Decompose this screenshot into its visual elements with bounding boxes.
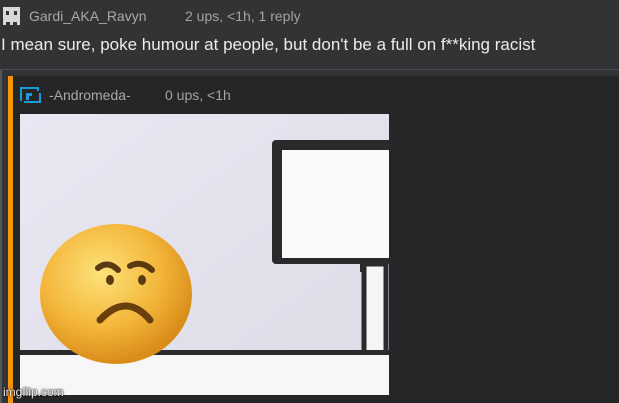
reply-meme-image[interactable] — [20, 114, 389, 395]
pixel-face-avatar-icon[interactable] — [1, 5, 22, 26]
reply-stats: 0 ups, <1h — [165, 87, 231, 103]
sad-emoji-face — [40, 224, 192, 364]
comment-divider — [0, 69, 619, 70]
comment-stats: 2 ups, <1h, 1 reply — [185, 8, 301, 24]
sad-emoji-meme-picture — [20, 114, 389, 395]
reply-author-link[interactable]: -Andromeda- — [49, 85, 131, 105]
top-comment: Gardi_AKA_Ravyn 2 ups, <1h, 1 reply I me… — [0, 0, 619, 70]
thread-collapse-bar[interactable] — [0, 70, 2, 403]
comment-author-link[interactable]: Gardi_AKA_Ravyn — [29, 6, 147, 26]
reply-thread-bar[interactable] — [8, 76, 13, 403]
comment-text: I mean sure, poke humour at people, but … — [1, 35, 536, 54]
imgflip-watermark: imgflip.com — [3, 385, 64, 399]
blue-square-logo-avatar-icon[interactable] — [18, 84, 43, 105]
